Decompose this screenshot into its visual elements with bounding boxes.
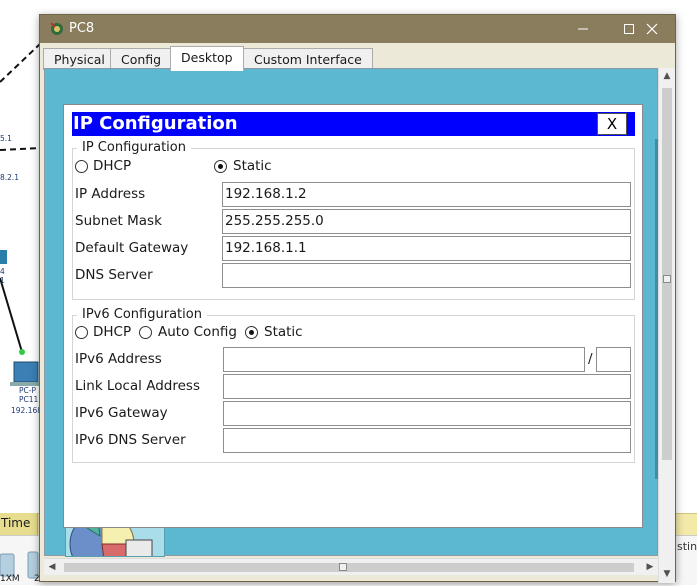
bg-device-label: PC-P [19,386,36,395]
time-tab[interactable]: Time [0,513,38,535]
ipv6-auto-config-label: Auto Config [158,324,237,340]
minimize-button[interactable] [560,15,606,43]
window-titlebar[interactable]: PC8 [40,15,675,43]
ip-address-field[interactable]: 192.168.1.2 [222,182,631,207]
tab-physical[interactable]: Physical [43,48,116,70]
dns-server-label: DNS Server [75,267,153,283]
scroll-left-icon[interactable]: ◀ [44,559,60,575]
subnet-mask-label: Subnet Mask [75,213,162,229]
close-button[interactable] [629,15,675,43]
link-local-address-field[interactable] [223,374,631,399]
scroll-down-icon[interactable]: ▼ [659,566,675,582]
tab-custom-interface[interactable]: Custom Interface [243,48,373,70]
close-icon [646,23,658,35]
window-client-area: Physical Config Desktop Custom Interface… [40,43,675,583]
horizontal-scrollbar[interactable]: ◀ ▶ [44,558,658,575]
device-label: 1XM [0,574,20,584]
dns-server-field[interactable] [222,263,631,288]
scroll-grip-icon [339,563,347,571]
ipv6-dns-server-label: IPv6 DNS Server [75,432,186,448]
vertical-scroll-thumb[interactable] [662,88,672,460]
ipv4-dhcp-radio[interactable] [75,160,88,173]
dialog-close-button[interactable]: X [597,113,627,135]
window-title: PC8 [69,21,95,36]
ipv4-static-label: Static [233,158,272,174]
horizontal-scroll-thumb[interactable] [64,563,634,572]
bg-port-label: 4 [0,267,5,276]
ipv6-static-radio[interactable] [245,326,258,339]
ipv6-prefix-length-field[interactable] [596,347,631,372]
default-gateway-label: Default Gateway [75,240,189,256]
ipv6-dhcp-radio[interactable] [75,326,88,339]
bg-device-label: PC11 [19,395,39,404]
pc8-window: PC8 Physical Config Desktop Custom Inter… [39,14,676,583]
desktop-panel: r or l IP Configuration X IP Configurati… [44,68,659,557]
ipv6-gateway-label: IPv6 Gateway [75,405,168,421]
ipv4-dhcp-label: DHCP [93,158,132,174]
scroll-up-icon[interactable]: ▲ [659,68,675,84]
tab-config[interactable]: Config [110,48,173,70]
default-gateway-field[interactable]: 192.168.1.1 [222,236,631,261]
ipv6-dns-server-field[interactable] [223,428,631,453]
scroll-right-icon[interactable]: ▶ [642,559,658,575]
bg-ip-label: 8.2.1 [0,173,20,182]
subnet-mask-field[interactable]: 255.255.255.0 [222,209,631,234]
ipv6-address-label: IPv6 Address [75,351,162,367]
ip-configuration-dialog: IP Configuration X IP Configuration DHCP… [63,104,643,528]
ipv6-static-label: Static [264,324,303,340]
tab-bar: Physical Config Desktop Custom Interface [40,45,675,71]
ip-address-label: IP Address [75,186,146,202]
ipv6-address-field[interactable] [223,347,585,372]
ipv6-gateway-field[interactable] [223,401,631,426]
bg-device-ip: 192.168 [11,406,43,415]
ipv6-group-label: IPv6 Configuration [77,307,207,322]
prefix-separator: / [588,351,593,367]
vertical-scrollbar[interactable]: ▲ ▼ [658,68,675,583]
scroll-grip-icon [663,275,671,283]
ipv4-group-label: IP Configuration [77,140,191,155]
tab-desktop[interactable]: Desktop [170,46,244,71]
bg-port-label: 1 [0,276,5,285]
minimize-icon [578,28,588,30]
ipv6-dhcp-label: DHCP [93,324,132,340]
packet-tracer-app-icon [50,22,63,35]
link-local-address-label: Link Local Address [75,378,200,394]
ipv4-static-radio[interactable] [214,160,227,173]
ipv6-auto-config-radio[interactable] [139,326,152,339]
bg-right-label: stina [677,540,697,553]
dialog-title: IP Configuration [72,112,635,136]
bg-ip-label: 5.1 [0,134,12,143]
